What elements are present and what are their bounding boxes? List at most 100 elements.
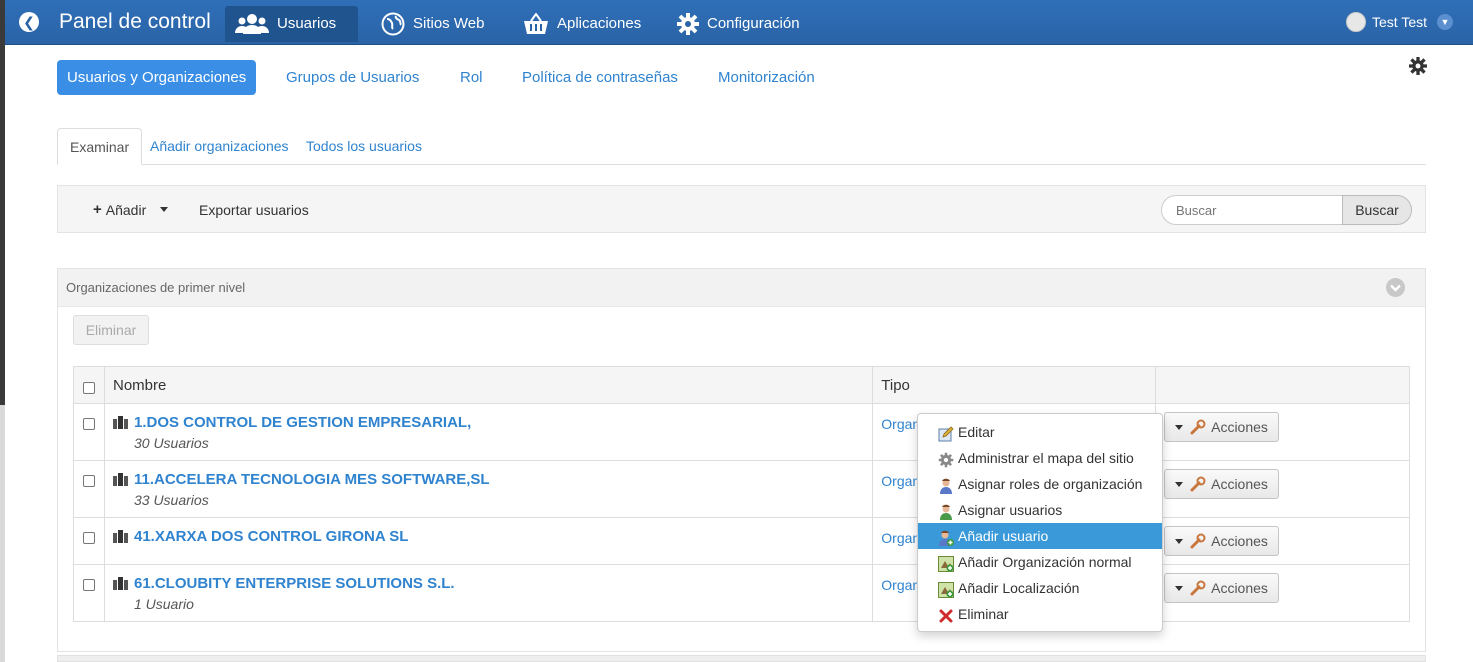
user-assign-icon — [938, 502, 954, 520]
avatar — [1346, 12, 1366, 32]
actions-button[interactable]: Acciones — [1164, 412, 1279, 442]
actions-button[interactable]: Acciones — [1164, 469, 1279, 499]
settings-gear-icon[interactable] — [1409, 57, 1427, 75]
org-name-link[interactable]: 41.XARXA DOS CONTROL GIRONA SL — [134, 528, 408, 545]
actions-label: Acciones — [1211, 476, 1268, 492]
menu-item-label: Asignar usuarios — [958, 502, 1063, 518]
plus-icon: + — [93, 201, 102, 218]
menu-item-editar[interactable]: Editar — [918, 419, 1162, 445]
nav-aplicaciones-label: Aplicaciones — [557, 15, 642, 32]
table-row: 41.XARXA DOS CONTROL GIRONA SL Organizac… — [73, 517, 1410, 565]
subnav-grupos-usuarios[interactable]: Grupos de Usuarios — [276, 60, 429, 95]
actions-label: Acciones — [1211, 580, 1268, 596]
user-role-icon — [938, 476, 954, 494]
globe-icon — [381, 12, 405, 36]
menu-item-label: Editar — [958, 424, 995, 440]
table-row: 61.CLOUBITY ENTERPRISE SOLUTIONS S.L. 1 … — [73, 564, 1410, 622]
table-row: 1.DOS CONTROL DE GESTION EMPRESARIAL, 30… — [73, 403, 1410, 461]
table-header-row: Nombre Tipo — [73, 366, 1410, 404]
row-checkbox[interactable] — [83, 418, 95, 430]
delete-x-icon — [938, 606, 954, 623]
location-add-icon — [938, 580, 954, 598]
nav-sitios-web[interactable]: Sitios Web — [371, 6, 496, 42]
subnav-usuarios-organizaciones[interactable]: Usuarios y Organizaciones — [57, 60, 257, 95]
wrench-icon — [1190, 476, 1206, 492]
org-name-link[interactable]: 11.ACCELERA TECNOLOGIA MES SOFTWARE,SL — [134, 471, 490, 488]
chevron-down-icon: ▼ — [1437, 14, 1453, 30]
wrench-icon — [1190, 419, 1206, 435]
header-actions — [1155, 366, 1410, 404]
delete-button[interactable]: Eliminar — [73, 315, 149, 345]
back-arrow-icon[interactable]: ❮ — [19, 12, 39, 32]
subnav-politica-contrasenas[interactable]: Política de contraseñas — [512, 60, 688, 95]
gear-small-icon — [938, 450, 954, 468]
top-navbar: ❮ Panel de control Usuarios Sitios Web A… — [5, 0, 1473, 45]
export-users-button[interactable]: Exportar usuarios — [199, 202, 309, 218]
add-dropdown-button[interactable]: + Añadir — [93, 201, 169, 218]
collapse-chevron-icon[interactable] — [1386, 278, 1405, 297]
organization-icon — [112, 473, 128, 486]
panel-header[interactable]: Organizaciones de primer nivel — [58, 269, 1425, 307]
panel-title: Organizaciones de primer nivel — [66, 280, 246, 295]
menu-item-label: Asignar roles de organización — [958, 476, 1143, 492]
subnav-monitorizacion[interactable]: Monitorización — [708, 60, 825, 95]
wrench-icon — [1190, 533, 1206, 549]
basket-icon — [524, 13, 548, 34]
nav-sitios-web-label: Sitios Web — [413, 15, 485, 32]
org-name-link[interactable]: 1.DOS CONTROL DE GESTION EMPRESARIAL, — [134, 414, 471, 431]
menu-item-label: Eliminar — [958, 606, 1009, 622]
menu-item-anadir-usuario[interactable]: Añadir usuario — [918, 523, 1162, 549]
actions-dropdown-menu: Editar Administrar el mapa del sitio Asi… — [917, 413, 1163, 632]
actions-button[interactable]: Acciones — [1164, 526, 1279, 556]
menu-item-asignar-roles[interactable]: Asignar roles de organización — [918, 471, 1162, 497]
user-name: Test Test — [1372, 14, 1427, 30]
table-row: 11.ACCELERA TECNOLOGIA MES SOFTWARE,SL 3… — [73, 460, 1410, 518]
menu-item-anadir-localizacion[interactable]: Añadir Localización — [918, 575, 1162, 601]
row-checkbox[interactable] — [83, 532, 95, 544]
search-input[interactable] — [1161, 195, 1343, 225]
menu-item-label: Administrar el mapa del sitio — [958, 450, 1134, 466]
menu-item-label: Añadir Localización — [958, 580, 1080, 596]
nav-usuarios[interactable]: Usuarios — [225, 6, 358, 42]
tab-examinar[interactable]: Examinar — [57, 128, 143, 165]
row-checkbox[interactable] — [83, 475, 95, 487]
window-edge-lower — [0, 405, 5, 662]
organization-icon — [112, 577, 128, 590]
caret-down-icon — [1175, 585, 1184, 591]
gear-icon — [677, 13, 699, 35]
nav-aplicaciones[interactable]: Aplicaciones — [513, 6, 653, 42]
caret-down-icon — [160, 207, 169, 212]
organization-icon — [112, 530, 128, 543]
edit-icon — [938, 424, 954, 442]
caret-down-icon — [1175, 424, 1184, 430]
header-nombre[interactable]: Nombre — [103, 366, 874, 404]
tab-todos-usuarios[interactable]: Todos los usuarios — [294, 128, 434, 165]
actions-label: Acciones — [1211, 419, 1268, 435]
brand-title[interactable]: Panel de control — [59, 10, 211, 34]
select-all-cell — [73, 366, 105, 404]
next-panel-edge — [57, 655, 1426, 662]
subnav-rol[interactable]: Rol — [450, 60, 493, 95]
menu-item-administrar-mapa[interactable]: Administrar el mapa del sitio — [918, 445, 1162, 471]
user-count: 33 Usuarios — [133, 492, 209, 508]
actions-button[interactable]: Acciones — [1164, 573, 1279, 603]
menu-item-anadir-organizacion[interactable]: Añadir Organización normal — [918, 549, 1162, 575]
menu-item-asignar-usuarios[interactable]: Asignar usuarios — [918, 497, 1162, 523]
user-menu[interactable]: Test Test ▼ — [1346, 12, 1453, 32]
select-all-checkbox[interactable] — [83, 382, 95, 394]
row-checkbox[interactable] — [83, 579, 95, 591]
menu-item-label: Añadir Organización normal — [958, 554, 1132, 570]
menu-item-eliminar[interactable]: Eliminar — [918, 601, 1162, 627]
actions-label: Acciones — [1211, 533, 1268, 549]
user-add-icon — [938, 528, 954, 546]
tab-anadir-organizaciones[interactable]: Añadir organizaciones — [138, 128, 301, 165]
nav-configuracion[interactable]: Configuración — [667, 6, 812, 42]
nav-usuarios-label: Usuarios — [277, 15, 337, 32]
nav-configuracion-label: Configuración — [707, 15, 800, 32]
header-tipo[interactable]: Tipo — [872, 366, 1157, 404]
org-name-link[interactable]: 61.CLOUBITY ENTERPRISE SOLUTIONS S.L. — [134, 575, 455, 592]
search-button[interactable]: Buscar — [1342, 195, 1412, 225]
user-count: 1 Usuario — [133, 596, 194, 612]
wrench-icon — [1190, 580, 1206, 596]
caret-down-icon — [1175, 538, 1184, 544]
